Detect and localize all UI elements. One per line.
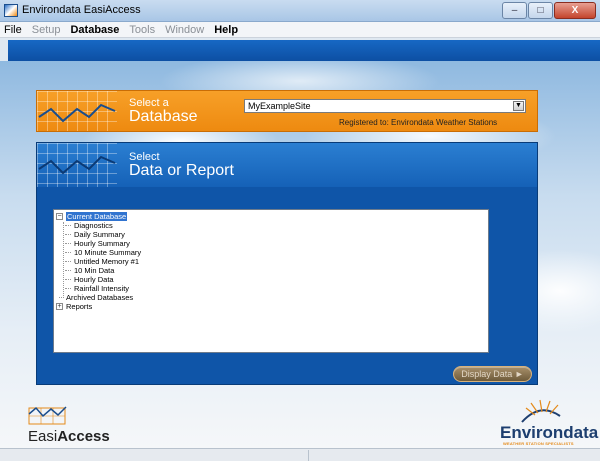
window-title: Environdata EasiAccess xyxy=(22,4,141,16)
report-title: Data or Report xyxy=(129,162,234,179)
data-tree[interactable]: − Current Database Diagnostics Daily Sum… xyxy=(53,209,489,353)
app-icon xyxy=(4,4,18,17)
report-header: Select Data or Report xyxy=(37,143,537,187)
tree-node-reports[interactable]: + Reports xyxy=(56,302,488,311)
menu-window[interactable]: Window xyxy=(165,24,204,36)
graph-icon xyxy=(37,91,117,131)
menu-setup[interactable]: Setup xyxy=(32,24,61,36)
tree-item-daily-summary[interactable]: Daily Summary xyxy=(56,230,488,239)
database-select[interactable]: MyExampleSite ▼ xyxy=(244,99,526,113)
close-button[interactable]: X xyxy=(554,2,596,19)
menu-help[interactable]: Help xyxy=(214,24,238,36)
tree-node-current-database[interactable]: − Current Database xyxy=(56,212,488,221)
tree-item-rainfall-intensity[interactable]: Rainfall Intensity xyxy=(56,284,488,293)
expand-icon[interactable]: + xyxy=(56,303,63,310)
report-panel: Select Data or Report − Current Database… xyxy=(36,142,538,385)
tree-item-untitled-memory[interactable]: Untitled Memory #1 xyxy=(56,257,488,266)
graph-icon xyxy=(37,143,117,187)
window-controls: – □ X xyxy=(501,2,596,19)
maximize-button[interactable]: □ xyxy=(528,2,553,19)
tree-item-10-minute-summary[interactable]: 10 Minute Summary xyxy=(56,248,488,257)
collapse-icon[interactable]: − xyxy=(56,213,63,220)
status-divider xyxy=(308,450,309,461)
database-select-value: MyExampleSite xyxy=(248,101,311,111)
tree-label-current-database[interactable]: Current Database xyxy=(66,212,128,221)
menu-database[interactable]: Database xyxy=(70,24,119,36)
minimize-button[interactable]: – xyxy=(502,2,527,19)
menu-bar: File Setup Database Tools Window Help xyxy=(0,22,600,38)
top-strip xyxy=(8,40,600,61)
database-panel: Select a Database MyExampleSite ▼ Regist… xyxy=(36,90,538,132)
tree-item-hourly-summary[interactable]: Hourly Summary xyxy=(56,239,488,248)
menu-tools[interactable]: Tools xyxy=(129,24,155,36)
registered-text: Registered to: Environdata Weather Stati… xyxy=(339,118,498,127)
tree-item-diagnostics[interactable]: Diagnostics xyxy=(56,221,488,230)
easiaccess-logo-icon xyxy=(28,406,67,425)
status-bar xyxy=(0,448,600,461)
database-title: Database xyxy=(129,108,198,125)
dropdown-arrow-icon[interactable]: ▼ xyxy=(513,101,524,111)
environdata-tagline: WEATHER STATION SPECIALISTS xyxy=(503,441,574,446)
display-data-button[interactable]: Display Data ► xyxy=(453,366,532,382)
environdata-logo: Environdata xyxy=(500,423,599,442)
menu-file[interactable]: File xyxy=(4,24,22,36)
easiaccess-logo: EasiAccess xyxy=(28,428,110,445)
title-bar: Environdata EasiAccess – □ X xyxy=(0,0,600,22)
tree-item-10-min-data[interactable]: 10 Min Data xyxy=(56,266,488,275)
tree-node-archived-databases[interactable]: Archived Databases xyxy=(56,293,488,302)
tree-item-hourly-data[interactable]: Hourly Data xyxy=(56,275,488,284)
